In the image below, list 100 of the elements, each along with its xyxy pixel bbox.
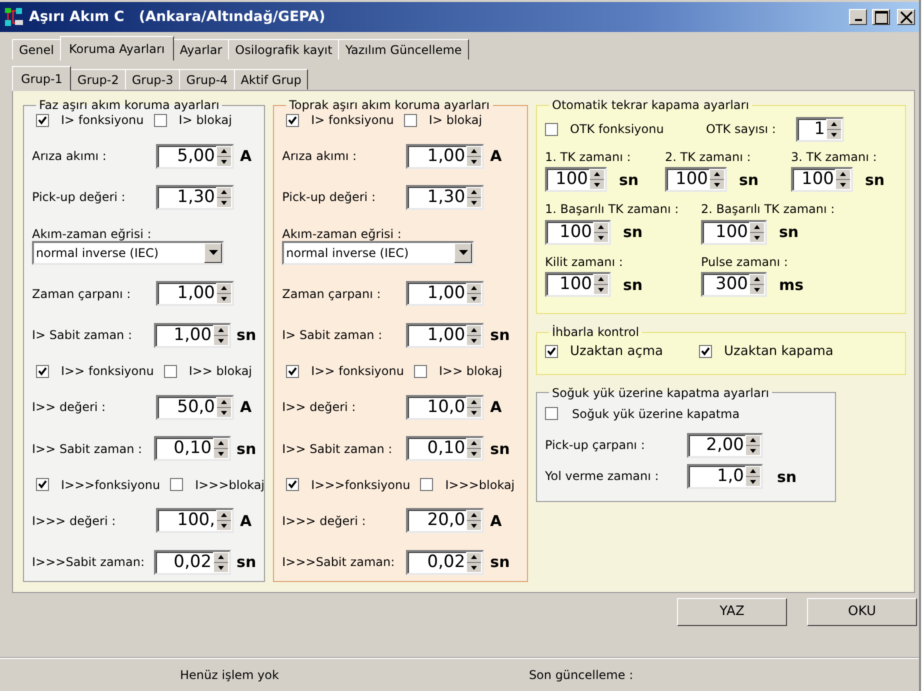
field-label: I>> değeri :	[282, 400, 357, 415]
checkbox-label: Soğuk yük üzerine kapatma	[572, 406, 740, 422]
spin-field[interactable]: 100	[701, 220, 767, 245]
unit-label: A	[490, 512, 502, 530]
spin-field[interactable]: 2,00	[687, 433, 763, 458]
spin-field[interactable]: 100	[665, 167, 727, 192]
spinner-arrows-icon	[593, 274, 609, 296]
spin-field[interactable]: 1,00	[154, 322, 231, 348]
field-label: Akım-zaman eğrisi :	[282, 226, 402, 241]
action-button[interactable]: YAZ	[677, 598, 787, 626]
spinner-arrows-icon	[216, 283, 232, 304]
spin-field[interactable]: 1,0	[687, 464, 763, 490]
spinner-arrows-icon	[212, 324, 229, 346]
maximize-button[interactable]	[872, 9, 890, 25]
checkmark-icon	[288, 366, 298, 376]
spin-field[interactable]: 1,00	[156, 281, 234, 306]
close-icon	[900, 10, 912, 24]
spin-field[interactable]: 100	[791, 167, 853, 192]
dropdown[interactable]: normal inverse (IEC)	[282, 240, 474, 265]
spinner-arrows-icon	[466, 187, 482, 208]
checkbox-label: I>> blokaj	[188, 364, 252, 379]
checkbox[interactable]	[286, 114, 300, 127]
checkbox[interactable]	[545, 123, 558, 136]
checkmark-icon	[38, 366, 47, 376]
field-label: OTK sayısı :	[706, 122, 776, 137]
unit-label: sn	[236, 553, 256, 572]
tab[interactable]: Grup-4	[179, 68, 235, 90]
tab[interactable]: Yazılım Güncelleme	[338, 38, 469, 60]
tab[interactable]: Grup-3	[124, 68, 180, 90]
spinner-arrows-icon	[466, 438, 482, 460]
field-label: Pick-up çarpanı :	[545, 438, 646, 453]
spin-field[interactable]: 100,	[156, 508, 234, 534]
checkbox[interactable]	[286, 364, 300, 378]
spin-field[interactable]: 1,30	[156, 185, 234, 210]
spin-field[interactable]: 0,10	[406, 436, 484, 462]
spin-field[interactable]: 100	[545, 220, 611, 245]
field-label: I>>>Sabit zaman:	[282, 555, 396, 570]
minimize-button[interactable]	[849, 9, 867, 25]
spin-field[interactable]: 1,00	[406, 322, 484, 348]
unit-label: sn	[236, 326, 256, 344]
unit-label: A	[490, 398, 502, 416]
field-label: Kilit zamanı :	[545, 254, 624, 270]
field-label: Zaman çarpanı :	[32, 286, 132, 302]
spinner-arrows-icon	[216, 510, 232, 532]
checkbox-label: I>>>fonksiyonu	[311, 478, 410, 492]
close-button[interactable]	[897, 9, 915, 25]
spin-field[interactable]: 0,02	[154, 550, 231, 575]
spin-field[interactable]: 300	[701, 272, 767, 298]
unit-label: A	[490, 147, 502, 166]
spin-field[interactable]: 5,00	[156, 144, 234, 169]
spin-field[interactable]: 0,10	[154, 436, 231, 462]
checkbox-label: I>> blokaj	[438, 364, 502, 379]
dropdown[interactable]: normal inverse (IEC)	[32, 240, 224, 265]
checkbox[interactable]	[414, 364, 427, 378]
spin-field[interactable]: 10,0	[406, 394, 484, 420]
checkbox[interactable]	[170, 478, 184, 492]
field-label: I>> Sabit zaman :	[32, 442, 144, 456]
spin-field[interactable]: 1,00	[406, 144, 484, 169]
checkbox[interactable]	[699, 345, 712, 358]
spin-field[interactable]: 20,0	[406, 508, 484, 534]
field-label: I> Sabit zaman :	[282, 328, 384, 342]
unit-label: sn	[865, 170, 885, 189]
spin-field[interactable]: 1,30	[406, 185, 484, 210]
checkbox[interactable]	[545, 345, 558, 358]
spinner-arrows-icon	[745, 466, 761, 488]
tab[interactable]: Grup-1	[12, 66, 72, 91]
spin-field[interactable]: 100	[545, 167, 607, 192]
dropdown-arrow-icon	[208, 250, 218, 256]
spinner-arrows-icon	[212, 552, 229, 573]
tab[interactable]: Aktif Grup	[234, 68, 308, 90]
tab[interactable]: Osilografik kayıt	[228, 38, 340, 60]
field-label: I>> değeri :	[32, 400, 107, 415]
spin-field[interactable]: 1,00	[406, 281, 484, 306]
checkbox[interactable]	[36, 364, 49, 378]
action-button[interactable]: OKU	[807, 598, 917, 626]
checkbox[interactable]	[36, 114, 49, 127]
field-label: I>>> değeri :	[282, 514, 367, 528]
field-label: I> Sabit zaman :	[32, 328, 134, 342]
checkmark-icon	[288, 116, 298, 125]
checkbox[interactable]	[164, 364, 177, 378]
checkbox[interactable]	[545, 407, 558, 420]
spin-field[interactable]: 0,02	[406, 550, 484, 575]
spin-field[interactable]: 50,0	[156, 394, 234, 420]
spinner-arrows-icon	[216, 146, 232, 167]
checkbox[interactable]	[420, 478, 434, 492]
checkbox[interactable]	[154, 114, 167, 127]
tab[interactable]: Genel	[12, 38, 62, 60]
checkbox[interactable]	[36, 478, 49, 492]
checkbox[interactable]	[404, 114, 417, 127]
spin-field[interactable]: 1	[796, 117, 844, 142]
status-text: Henüz işlem yok	[180, 668, 279, 682]
checkbox-label: Uzaktan kapama	[724, 344, 834, 360]
tab[interactable]: Koruma Ayarları	[60, 36, 174, 61]
checkbox-label: Uzaktan açma	[570, 344, 664, 360]
spinner-arrows-icon	[589, 169, 605, 190]
checkbox-label: I> blokaj	[178, 113, 232, 128]
checkbox[interactable]	[286, 478, 300, 492]
spinner-arrows-icon	[466, 510, 482, 532]
spin-field[interactable]: 100	[545, 272, 611, 298]
unit-label: sn	[490, 440, 510, 458]
